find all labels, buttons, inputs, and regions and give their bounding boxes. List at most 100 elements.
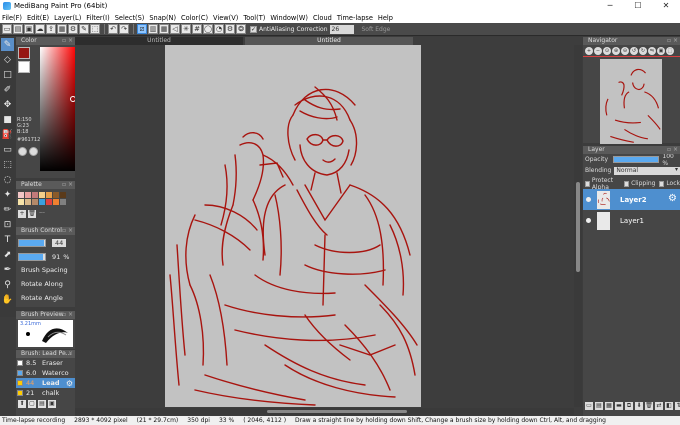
saturation-value-picker[interactable] <box>40 47 76 171</box>
visibility-eye-icon[interactable] <box>586 218 591 223</box>
brush-new-icon[interactable]: ▢ <box>28 400 36 408</box>
palette-swatch[interactable] <box>39 199 45 205</box>
fit-screen-icon[interactable]: ▣ <box>657 46 665 55</box>
menu-tool[interactable]: Tool(T) <box>243 14 265 22</box>
color-wheel-icon[interactable] <box>18 147 27 156</box>
snap-curve-icon[interactable]: ◔ <box>214 24 224 34</box>
zoom-fit-icon[interactable]: ⊙ <box>603 46 611 55</box>
palette-swatch[interactable] <box>18 192 24 198</box>
brush-copy-icon[interactable]: ▤ <box>38 400 46 408</box>
protect-alpha-checkbox[interactable] <box>585 180 590 187</box>
text-tool-icon[interactable]: T <box>1 233 14 246</box>
magic-wand-icon[interactable]: ✦ <box>1 188 14 201</box>
palette-swatch[interactable] <box>39 192 45 198</box>
menu-color[interactable]: Color(C) <box>181 14 208 22</box>
flip-icon[interactable]: ⇋ <box>648 46 656 55</box>
palette-swatch[interactable] <box>25 192 31 198</box>
hand-tool-icon[interactable]: ✋ <box>1 293 14 306</box>
brush-item-lead[interactable]: 44 Lead ⚙ <box>16 378 75 388</box>
minimize-button[interactable]: ─ <box>596 0 624 12</box>
eyedropper-tool-icon[interactable]: ✒ <box>1 263 14 276</box>
snap-vanishing-icon[interactable]: ◁ <box>170 24 180 34</box>
brush-size-value[interactable]: 44 <box>52 239 67 247</box>
palette-swatch[interactable] <box>60 199 66 205</box>
palette-swatch[interactable] <box>46 192 52 198</box>
gradient-tool-icon[interactable]: ▭ <box>1 143 14 156</box>
maximize-button[interactable]: ☐ <box>624 0 652 12</box>
undo-icon[interactable]: ↶ <box>108 24 118 34</box>
zoom-out-icon[interactable]: − <box>594 46 602 55</box>
snap-settings-icon[interactable]: ⚙ <box>225 24 235 34</box>
snap-parallel-icon[interactable]: ▥ <box>148 24 158 34</box>
layer-settings-icon[interactable]: ⚙ <box>668 194 677 204</box>
dot-tool-icon[interactable]: □ <box>1 68 14 81</box>
move-tool-icon[interactable]: ✥ <box>1 98 14 111</box>
cloud-save-icon[interactable]: ☁ <box>35 24 45 34</box>
brush-toggle-icon[interactable]: ✎ <box>79 24 89 34</box>
panel-pin-icon[interactable]: ▫ × <box>667 37 678 45</box>
zoom-actual-icon[interactable]: ⊕ <box>612 46 620 55</box>
menu-help[interactable]: Help <box>378 14 393 22</box>
zoom-reset-icon[interactable]: ⊖ <box>621 46 629 55</box>
new-layer-8bit-icon[interactable]: ▤ <box>595 402 603 410</box>
layer-mask-icon[interactable]: ◧ <box>665 402 673 410</box>
snap-grid-icon[interactable]: # <box>192 24 202 34</box>
new-folder-icon[interactable]: ▬ <box>615 402 623 410</box>
palette-swatch[interactable] <box>53 199 59 205</box>
foreground-color-swatch[interactable] <box>18 47 30 59</box>
select-tool-icon[interactable]: ⬚ <box>1 158 14 171</box>
palette-swatch[interactable] <box>46 199 52 205</box>
panel-pin-icon[interactable]: ▫ × <box>62 227 73 235</box>
soft-edge-label[interactable]: Soft Edge <box>362 26 391 33</box>
antialiasing-checkbox[interactable]: ✓ <box>250 25 257 33</box>
menu-cloud[interactable]: Cloud <box>313 14 332 22</box>
palette-swatch[interactable] <box>53 192 59 198</box>
layer-merge-icon[interactable]: ⬇ <box>635 402 643 410</box>
lasso-tool-icon[interactable]: ◌ <box>1 173 14 186</box>
menu-edit[interactable]: Edit(E) <box>27 14 49 22</box>
menu-layer[interactable]: Layer(L) <box>54 14 81 22</box>
menu-file[interactable]: File(F) <box>2 14 22 22</box>
divide-tool-icon[interactable]: ⊡ <box>1 218 14 231</box>
background-color-swatch[interactable] <box>18 61 30 73</box>
eraser-tool-icon[interactable]: ◇ <box>1 53 14 66</box>
open-file-icon[interactable]: ▤ <box>13 24 23 34</box>
brush-item-chalk[interactable]: 21 chalk <box>16 388 75 398</box>
palette-swatch[interactable] <box>32 199 38 205</box>
new-layer-1bit-icon[interactable]: ▦ <box>605 402 613 410</box>
snap-off-icon[interactable]: ⧄ <box>137 24 147 34</box>
brush-size-slider[interactable] <box>18 239 46 247</box>
settings-icon[interactable]: ⚙ <box>68 24 78 34</box>
shape-tool-icon[interactable]: ■ <box>1 113 14 126</box>
visibility-eye-icon[interactable] <box>586 197 591 202</box>
layer-move-icon[interactable]: ⇅ <box>675 402 680 410</box>
export-icon[interactable]: ⇪ <box>46 24 56 34</box>
new-file-icon[interactable]: ▭ <box>2 24 12 34</box>
color-mode-icon[interactable] <box>29 147 38 156</box>
rotate-along-label[interactable]: Rotate Along <box>21 280 75 291</box>
menu-select[interactable]: Select(S) <box>115 14 145 22</box>
snap-circle-icon[interactable]: ◯ <box>203 24 213 34</box>
select-eraser-icon[interactable]: ✏ <box>1 203 14 216</box>
panel-pin-icon[interactable]: ▫ × <box>62 37 73 45</box>
select-all-icon[interactable]: ⬚ <box>90 24 100 34</box>
grid-icon[interactable]: ▦ <box>57 24 67 34</box>
menu-view[interactable]: View(V) <box>213 14 238 22</box>
fill-tool-icon[interactable]: ⛽ <box>1 128 14 141</box>
layer-transfer-icon[interactable]: ⇄ <box>655 402 663 410</box>
palette-swatch[interactable] <box>25 199 31 205</box>
palette-swatch[interactable] <box>32 192 38 198</box>
brush-item-eraser[interactable]: 8.5 Eraser <box>16 358 75 368</box>
layer-item-layer2[interactable]: Layer2 ⚙ <box>583 189 680 210</box>
correction-input[interactable]: 26 <box>329 24 354 34</box>
navigator-preview[interactable] <box>600 59 662 144</box>
brush-tool-icon[interactable]: ✎ <box>1 38 14 51</box>
rotate-right-icon[interactable]: ↻ <box>639 46 647 55</box>
brush-settings-icon[interactable]: ⚙ <box>66 379 73 388</box>
rotate-angle-label[interactable]: Rotate Angle <box>21 294 75 305</box>
palette-menu-icon[interactable]: ··· <box>38 210 46 218</box>
layer-delete-icon[interactable]: 🗑 <box>645 402 653 410</box>
vertical-scrollbar[interactable] <box>574 45 582 407</box>
new-layer-icon[interactable]: ▭ <box>585 402 593 410</box>
snap-radial-icon[interactable]: ✳ <box>181 24 191 34</box>
